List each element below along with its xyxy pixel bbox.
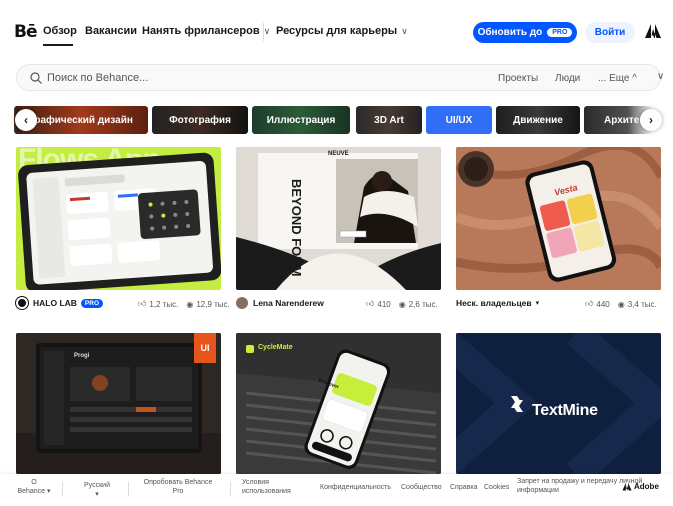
footer-about-link[interactable]: О Behance ▾ [16,478,52,496]
cover-brand: CycleMate [258,344,293,351]
project-stats: 👍︎ 410 ◉ 2,6 тыс. [366,299,438,309]
project-cover[interactable]: CycleMate Discover [236,333,441,474]
like-icon: 👍︎ [366,299,375,308]
project-stats: 👍︎ 1,2 тыс. ◉ 12,9 тыс. [138,299,230,309]
project-owner[interactable]: HALO LAB PRO [16,295,104,311]
project-owner[interactable]: Lena Narenderew [236,295,324,311]
views-count: 2,6 тыс. [408,299,438,309]
category-illustration[interactable]: Иллюстрация [252,106,350,134]
adobe-icon [622,482,632,491]
editorial-photo-illustration [236,147,441,290]
search-icon [30,72,42,84]
chevron-left-icon[interactable]: ‹ [15,109,37,131]
cover-brand: NEUVE [328,151,349,157]
owner-name: Lena Narenderew [253,298,324,308]
footer-privacy-link[interactable]: Конфиденциальность [320,483,391,492]
project-cover[interactable]: Flows App [16,147,221,290]
footer-cookies-link[interactable]: Cookies [484,483,509,492]
owner-name: Неск. владельцев [456,298,532,308]
search-tab-people[interactable]: Люди [555,73,580,84]
category-fade-left [0,106,16,134]
chevron-down-icon: ∨ [263,26,271,36]
owner-avatar [16,297,28,309]
views-icon: ◉ [617,299,625,309]
nav-divider [263,23,264,41]
upgrade-label: Обновить до [477,27,543,38]
footer-about-label: О Behance [17,479,46,495]
views-count: 12,9 тыс. [196,299,230,309]
footer-try-pro-link[interactable]: Опробовать Behance Pro [138,478,218,496]
project-cover[interactable]: UI Progi [16,333,221,474]
nav-overview[interactable]: Обзор [43,25,77,37]
nav-hire-label: Нанять фрилансеров [142,25,260,37]
nav-jobs[interactable]: Вакансии [85,25,137,37]
chevron-down-icon: ∨ [401,26,408,36]
top-navigation: Bē Обзор Вакансии Нанять фрилансеров ∨ Ре… [0,0,673,64]
category-photography[interactable]: Фотография [152,106,248,134]
nav-career-label: Ресурсы для карьеры [276,25,398,37]
category-strip: Графический дизайн Фотография Иллюстраци… [0,106,673,134]
owner-name: HALO LAB [33,298,77,308]
pro-badge: PRO [547,28,573,37]
like-icon: 👍︎ [585,299,594,308]
cover-title: TextMine [532,402,598,419]
likes-count: 410 [377,299,391,309]
likes-count: 440 [596,299,610,309]
project-cover[interactable]: TextMine [456,333,661,474]
cycling-app-illustration [236,333,441,474]
footer-divider [62,482,63,496]
cover-title: Progi [74,353,90,359]
like-icon: 👍︎ [138,299,147,308]
likes-count: 1,2 тыс. [149,299,179,309]
footer-divider [230,482,231,496]
search-more-dropdown[interactable]: ... Еще ^ [598,73,637,84]
search-bar: Проекты Люди ... Еще ^ ∨ [16,64,664,91]
category-motion[interactable]: Движение [496,106,580,134]
project-owner[interactable]: Неск. владельцев ▾ [456,295,539,311]
pro-badge: PRO [80,298,104,308]
views-count: 3,4 тыс. [627,299,657,309]
owner-avatar [236,297,248,309]
search-tab-projects[interactable]: Проекты [498,73,538,84]
category-3d-art[interactable]: 3D Art [356,106,422,134]
project-cover[interactable]: BEYOND FORM NEUVE [236,147,441,290]
footer-adobe-link[interactable]: Adobe [622,482,659,491]
chevron-down-icon[interactable]: ∨ [657,71,664,82]
views-icon: ◉ [398,299,406,309]
adobe-icon[interactable] [645,23,661,39]
cover-title: BEYOND FORM [289,179,304,277]
dark-dashboard-illustration [16,333,221,474]
search-input[interactable] [47,69,347,87]
tablet-mockup-illustration [18,152,221,290]
upgrade-pro-button[interactable]: Обновить до PRO [473,22,577,43]
footer-terms-link[interactable]: Условия использования [242,478,302,496]
nav-career-resources[interactable]: Ресурсы для карьеры ∨ [276,25,408,37]
nav-active-indicator [43,44,73,46]
login-button[interactable]: Войти [585,22,635,43]
project-stats: 👍︎ 440 ◉ 3,4 тыс. [585,299,657,309]
project-cover[interactable]: Vesta [456,147,661,290]
views-icon: ◉ [186,299,194,309]
chevron-right-icon[interactable]: › [640,109,662,131]
behance-logo[interactable]: Bē [14,22,37,42]
footer-help-link[interactable]: Справка [450,483,477,492]
ui-ribbon: UI [194,333,216,363]
chevron-down-icon[interactable]: ▾ [536,299,540,307]
phone-on-blanket-illustration [456,147,661,290]
nav-hire-freelancers[interactable]: Нанять фрилансеров ∨ [142,25,270,37]
footer-language-select[interactable]: Русский ▾ [76,481,118,499]
category-ui-ux[interactable]: UI/UX [426,106,492,134]
footer-community-link[interactable]: Сообщество [401,483,442,492]
footer-divider [128,482,129,496]
footer: О Behance ▾ Русский ▾ Опробовать Behance … [0,474,673,506]
footer-adobe-label: Adobe [634,482,659,491]
footer-language-label: Русский [84,482,110,489]
